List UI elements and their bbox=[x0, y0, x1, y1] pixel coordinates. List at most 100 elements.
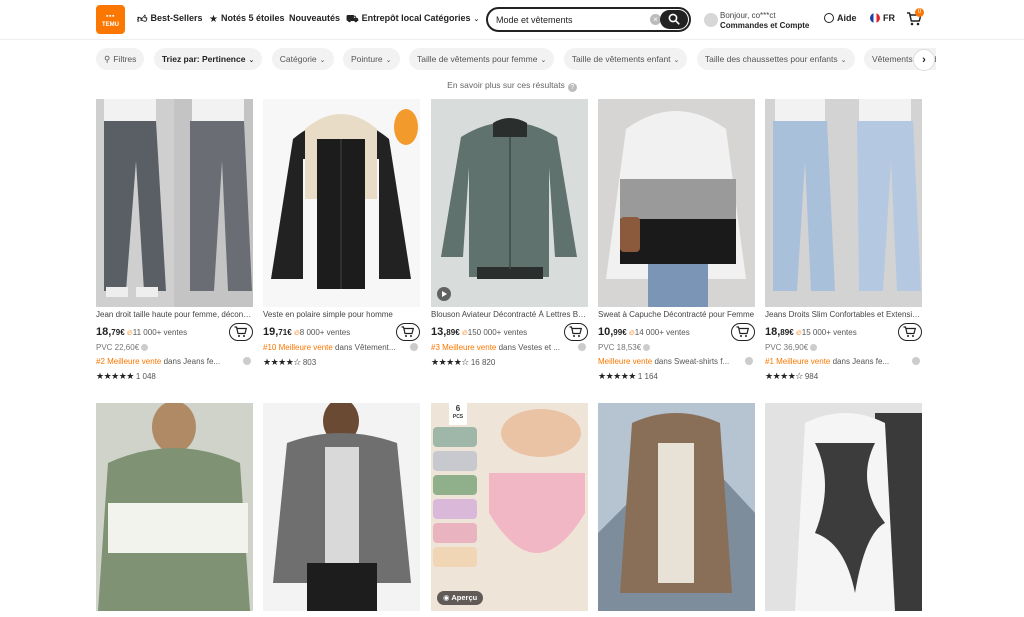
info-icon[interactable] bbox=[410, 343, 418, 351]
info-icon[interactable] bbox=[243, 357, 251, 365]
add-to-cart-button[interactable] bbox=[898, 323, 922, 341]
product-image[interactable] bbox=[765, 99, 922, 307]
help-link[interactable]: Aide bbox=[824, 13, 857, 23]
temu-logo[interactable]: ▪▪▪ TEMU bbox=[96, 5, 125, 34]
filters-next-button[interactable]: › bbox=[913, 49, 935, 71]
help-label: Aide bbox=[837, 13, 857, 23]
product-image[interactable] bbox=[263, 99, 420, 307]
rank-highlight: #1 Meilleure vente bbox=[765, 357, 831, 366]
info-icon[interactable] bbox=[578, 343, 586, 351]
sort-dropdown[interactable]: Triez par: Pertinence ⌄ bbox=[153, 48, 263, 70]
rating-row: ★★★★★ 1 048 bbox=[96, 371, 156, 382]
add-to-cart-button[interactable] bbox=[731, 323, 755, 341]
bestseller-rank[interactable]: #3 Meilleure vente dans Vestes et ... bbox=[431, 343, 581, 352]
nav-five-stars[interactable]: ★ Notés 5 étoiles bbox=[209, 13, 285, 25]
chevron-down-icon: ⌄ bbox=[840, 57, 847, 64]
product-image[interactable]: 6 PCS ◉ Aperçu bbox=[431, 403, 588, 611]
chevron-down-icon: ⌄ bbox=[473, 16, 480, 23]
nav-categories[interactable]: Catégories ⌄ bbox=[424, 13, 479, 23]
product-price: 18,79€ bbox=[96, 326, 125, 338]
chevron-right-icon: › bbox=[922, 54, 926, 66]
truck-icon: ⛟ bbox=[346, 14, 359, 25]
product-title[interactable]: Sweat à Capuche Décontracté pour Femme bbox=[598, 310, 755, 319]
chevron-down-icon: ⌄ bbox=[248, 57, 255, 64]
filter-chip-women-size[interactable]: Taille de vêtements pour femme ⌄ bbox=[408, 48, 555, 70]
pvc-label: PVC 18,53€ bbox=[598, 343, 642, 352]
product-image[interactable] bbox=[96, 99, 253, 307]
bestseller-rank[interactable]: #1 Meilleure vente dans Jeans fe... bbox=[765, 357, 915, 366]
star-rating: ★★★★☆ bbox=[765, 371, 803, 381]
price-dec: 79€ bbox=[111, 328, 125, 337]
sales-count: 8 000+ ventes bbox=[299, 328, 351, 337]
rank-category: dans Vêtement... bbox=[332, 343, 396, 352]
filter-icon: ⚲ bbox=[104, 54, 111, 64]
bestseller-rank[interactable]: #10 Meilleure vente dans Vêtement... bbox=[263, 343, 413, 352]
filter-chip-kids-size[interactable]: Taille de vêtements enfant ⌄ bbox=[563, 48, 688, 70]
add-to-cart-button[interactable] bbox=[564, 323, 588, 341]
sales-count: 15 000+ ventes bbox=[801, 328, 857, 337]
chip-label: Taille de vêtements enfant bbox=[571, 54, 671, 64]
product-title[interactable]: Jeans Droits Slim Confortables et Extens… bbox=[765, 310, 922, 319]
chip-label: Triez par: Pertinence bbox=[161, 54, 246, 64]
nav-best-sellers[interactable]: 👍︎ Best-Sellers bbox=[137, 13, 202, 25]
bestseller-rank[interactable]: #2 Meilleure vente dans Jeans fe... bbox=[96, 357, 246, 366]
product-price: 19,71€ bbox=[263, 326, 292, 338]
add-to-cart-button[interactable] bbox=[396, 323, 420, 341]
price-int: 19, bbox=[263, 326, 279, 338]
product-image[interactable] bbox=[96, 403, 253, 611]
info-icon[interactable] bbox=[141, 344, 149, 351]
sales-count: 11 000+ ventes bbox=[132, 328, 188, 337]
filter-chip-filters[interactable]: ⚲ Filtres bbox=[96, 48, 145, 70]
cart-plus-icon bbox=[903, 326, 917, 337]
pack-count-badge: 6 PCS bbox=[449, 403, 467, 425]
video-play-icon[interactable] bbox=[437, 287, 451, 301]
product-image[interactable] bbox=[263, 403, 420, 611]
chip-label: Filtres bbox=[113, 54, 137, 64]
pvc-label: PVC 22,60€ bbox=[96, 343, 140, 352]
info-icon[interactable] bbox=[810, 344, 818, 351]
nav-local-warehouse[interactable]: ⛟ Entrepôt local bbox=[346, 13, 422, 27]
product-title[interactable]: Veste en polaire simple pour homme bbox=[263, 310, 420, 319]
price-int: 18, bbox=[765, 326, 781, 338]
nav-label: Catégories bbox=[424, 13, 471, 23]
product-image[interactable] bbox=[431, 99, 588, 307]
product-price: 13,89€ bbox=[431, 326, 460, 338]
info-icon[interactable] bbox=[912, 357, 920, 365]
review-count: 1 164 bbox=[637, 372, 658, 381]
preview-button[interactable]: ◉ Aperçu bbox=[437, 591, 484, 605]
rank-highlight: #3 Meilleure vente bbox=[431, 343, 497, 352]
nav-label: Nouveautés bbox=[289, 13, 341, 23]
product-title[interactable]: Blouson Aviateur Décontracté À Lettres B… bbox=[431, 310, 588, 319]
nav-label: Entrepôt local bbox=[361, 13, 422, 23]
nav-label: Best-Sellers bbox=[150, 13, 203, 23]
product-image[interactable] bbox=[765, 403, 922, 611]
avatar-icon bbox=[704, 13, 718, 27]
product-image[interactable] bbox=[598, 99, 755, 307]
review-count: 803 bbox=[302, 358, 317, 367]
cart-button[interactable]: 0 bbox=[906, 8, 924, 29]
nav-new-arrivals[interactable]: Nouveautés bbox=[289, 13, 340, 23]
star-rating: ★★★★★ bbox=[96, 371, 134, 381]
info-icon[interactable] bbox=[643, 344, 651, 351]
add-to-cart-button[interactable] bbox=[229, 323, 253, 341]
rating-row: ★★★★★ 1 164 bbox=[598, 371, 658, 382]
filter-chip-kids-socks[interactable]: Taille des chaussettes pour enfants ⌄ bbox=[696, 48, 855, 70]
info-icon[interactable] bbox=[745, 357, 753, 365]
search-input[interactable] bbox=[496, 13, 646, 27]
pvc-label: PVC 36,90€ bbox=[765, 343, 809, 352]
filter-chip-category[interactable]: Catégorie ⌄ bbox=[271, 48, 334, 70]
filter-chip-shoe-size[interactable]: Pointure ⌄ bbox=[342, 48, 400, 70]
account-menu[interactable]: Bonjour, co***ct Commandes et Compte bbox=[704, 11, 819, 33]
product-image[interactable] bbox=[598, 403, 755, 611]
support-icon bbox=[824, 13, 834, 23]
review-count: 984 bbox=[804, 372, 819, 381]
price-int: 10, bbox=[598, 326, 614, 338]
bestseller-rank[interactable]: Meilleure vente dans Sweat-shirts f... bbox=[598, 357, 748, 366]
search-button[interactable] bbox=[660, 10, 688, 29]
learn-more-results[interactable]: En savoir plus sur ces résultats? bbox=[0, 80, 1024, 92]
top-header: ▪▪▪ TEMU 👍︎ Best-Sellers ★ Notés 5 étoiles… bbox=[0, 0, 1024, 40]
language-selector[interactable]: FR bbox=[870, 13, 895, 23]
reference-price: PVC 36,90€ bbox=[765, 343, 818, 352]
language-label: FR bbox=[883, 13, 895, 23]
product-title[interactable]: Jean droit taille haute pour femme, déco… bbox=[96, 310, 253, 319]
